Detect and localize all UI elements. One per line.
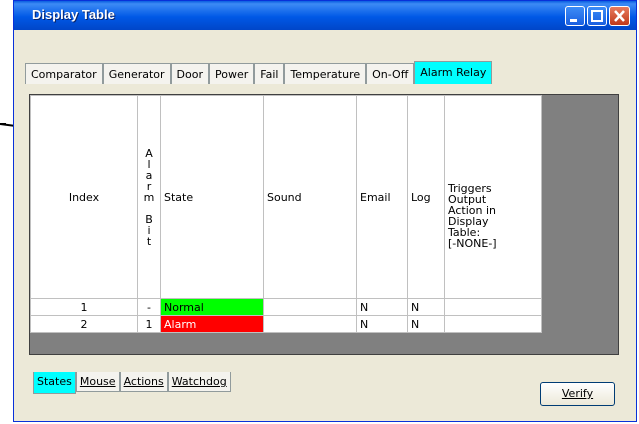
header-index[interactable]: Index bbox=[30, 95, 138, 299]
tab-actions[interactable]: Actions bbox=[119, 372, 168, 392]
tab-states[interactable]: States bbox=[33, 372, 76, 394]
row-sound[interactable] bbox=[263, 315, 357, 333]
minimize-icon bbox=[570, 19, 577, 22]
verify-label: Verify bbox=[561, 387, 594, 400]
row-bit[interactable]: 1 bbox=[137, 315, 161, 333]
row-log[interactable]: N bbox=[407, 298, 445, 316]
row-email[interactable]: N bbox=[356, 315, 408, 333]
tab-power[interactable]: Power bbox=[209, 63, 255, 84]
alarm-table: Index A l a r m B i t State Sound Email … bbox=[30, 95, 542, 333]
close-button[interactable] bbox=[609, 6, 630, 26]
row-trigger[interactable] bbox=[444, 315, 542, 333]
display-table-grid[interactable]: Index A l a r m B i t State Sound Email … bbox=[29, 94, 619, 355]
maximize-button[interactable] bbox=[587, 6, 607, 26]
tab-watchdog[interactable]: Watchdog bbox=[167, 372, 231, 392]
row-state[interactable]: Alarm bbox=[160, 315, 264, 333]
header-log[interactable]: Log bbox=[407, 95, 445, 299]
table-row[interactable]: 2 1 Alarm N N bbox=[30, 315, 542, 333]
table-row[interactable]: 1 - Normal N N bbox=[30, 298, 542, 316]
row-index[interactable]: 1 bbox=[30, 298, 138, 316]
header-state[interactable]: State bbox=[160, 95, 264, 299]
close-icon bbox=[614, 10, 625, 22]
tab-fail[interactable]: Fail bbox=[254, 63, 285, 84]
tab-alarm-relay[interactable]: Alarm Relay bbox=[414, 61, 493, 84]
bottom-tab-strip: States Mouse Actions Watchdog bbox=[33, 372, 231, 394]
tab-door[interactable]: Door bbox=[170, 63, 209, 84]
row-bit[interactable]: - bbox=[137, 298, 161, 316]
header-triggers[interactable]: Triggers Output Action in Display Table:… bbox=[444, 95, 542, 299]
row-index[interactable]: 2 bbox=[30, 315, 138, 333]
tab-generator[interactable]: Generator bbox=[102, 63, 171, 84]
verify-button[interactable]: Verify bbox=[540, 382, 615, 406]
header-alarm-bit[interactable]: A l a r m B i t bbox=[137, 95, 161, 299]
row-sound[interactable] bbox=[263, 298, 357, 316]
tab-mouse[interactable]: Mouse bbox=[75, 372, 120, 392]
maximize-icon bbox=[591, 10, 603, 22]
window-title: Display Table bbox=[32, 7, 115, 22]
tab-comparator[interactable]: Comparator bbox=[25, 63, 103, 84]
tab-on-off[interactable]: On-Off bbox=[366, 63, 415, 84]
tab-temperature[interactable]: Temperature bbox=[284, 63, 367, 84]
title-bar[interactable]: Display Table bbox=[14, 1, 636, 30]
header-email[interactable]: Email bbox=[356, 95, 408, 299]
header-sound[interactable]: Sound bbox=[263, 95, 357, 299]
row-state[interactable]: Normal bbox=[160, 298, 264, 316]
row-email[interactable]: N bbox=[356, 298, 408, 316]
top-tab-strip: Comparator Generator Door Power Fail Tem… bbox=[25, 61, 493, 85]
minimize-button[interactable] bbox=[565, 6, 585, 26]
table-header-row: Index A l a r m B i t State Sound Email … bbox=[30, 95, 542, 299]
row-log[interactable]: N bbox=[407, 315, 445, 333]
row-trigger[interactable] bbox=[444, 298, 542, 316]
